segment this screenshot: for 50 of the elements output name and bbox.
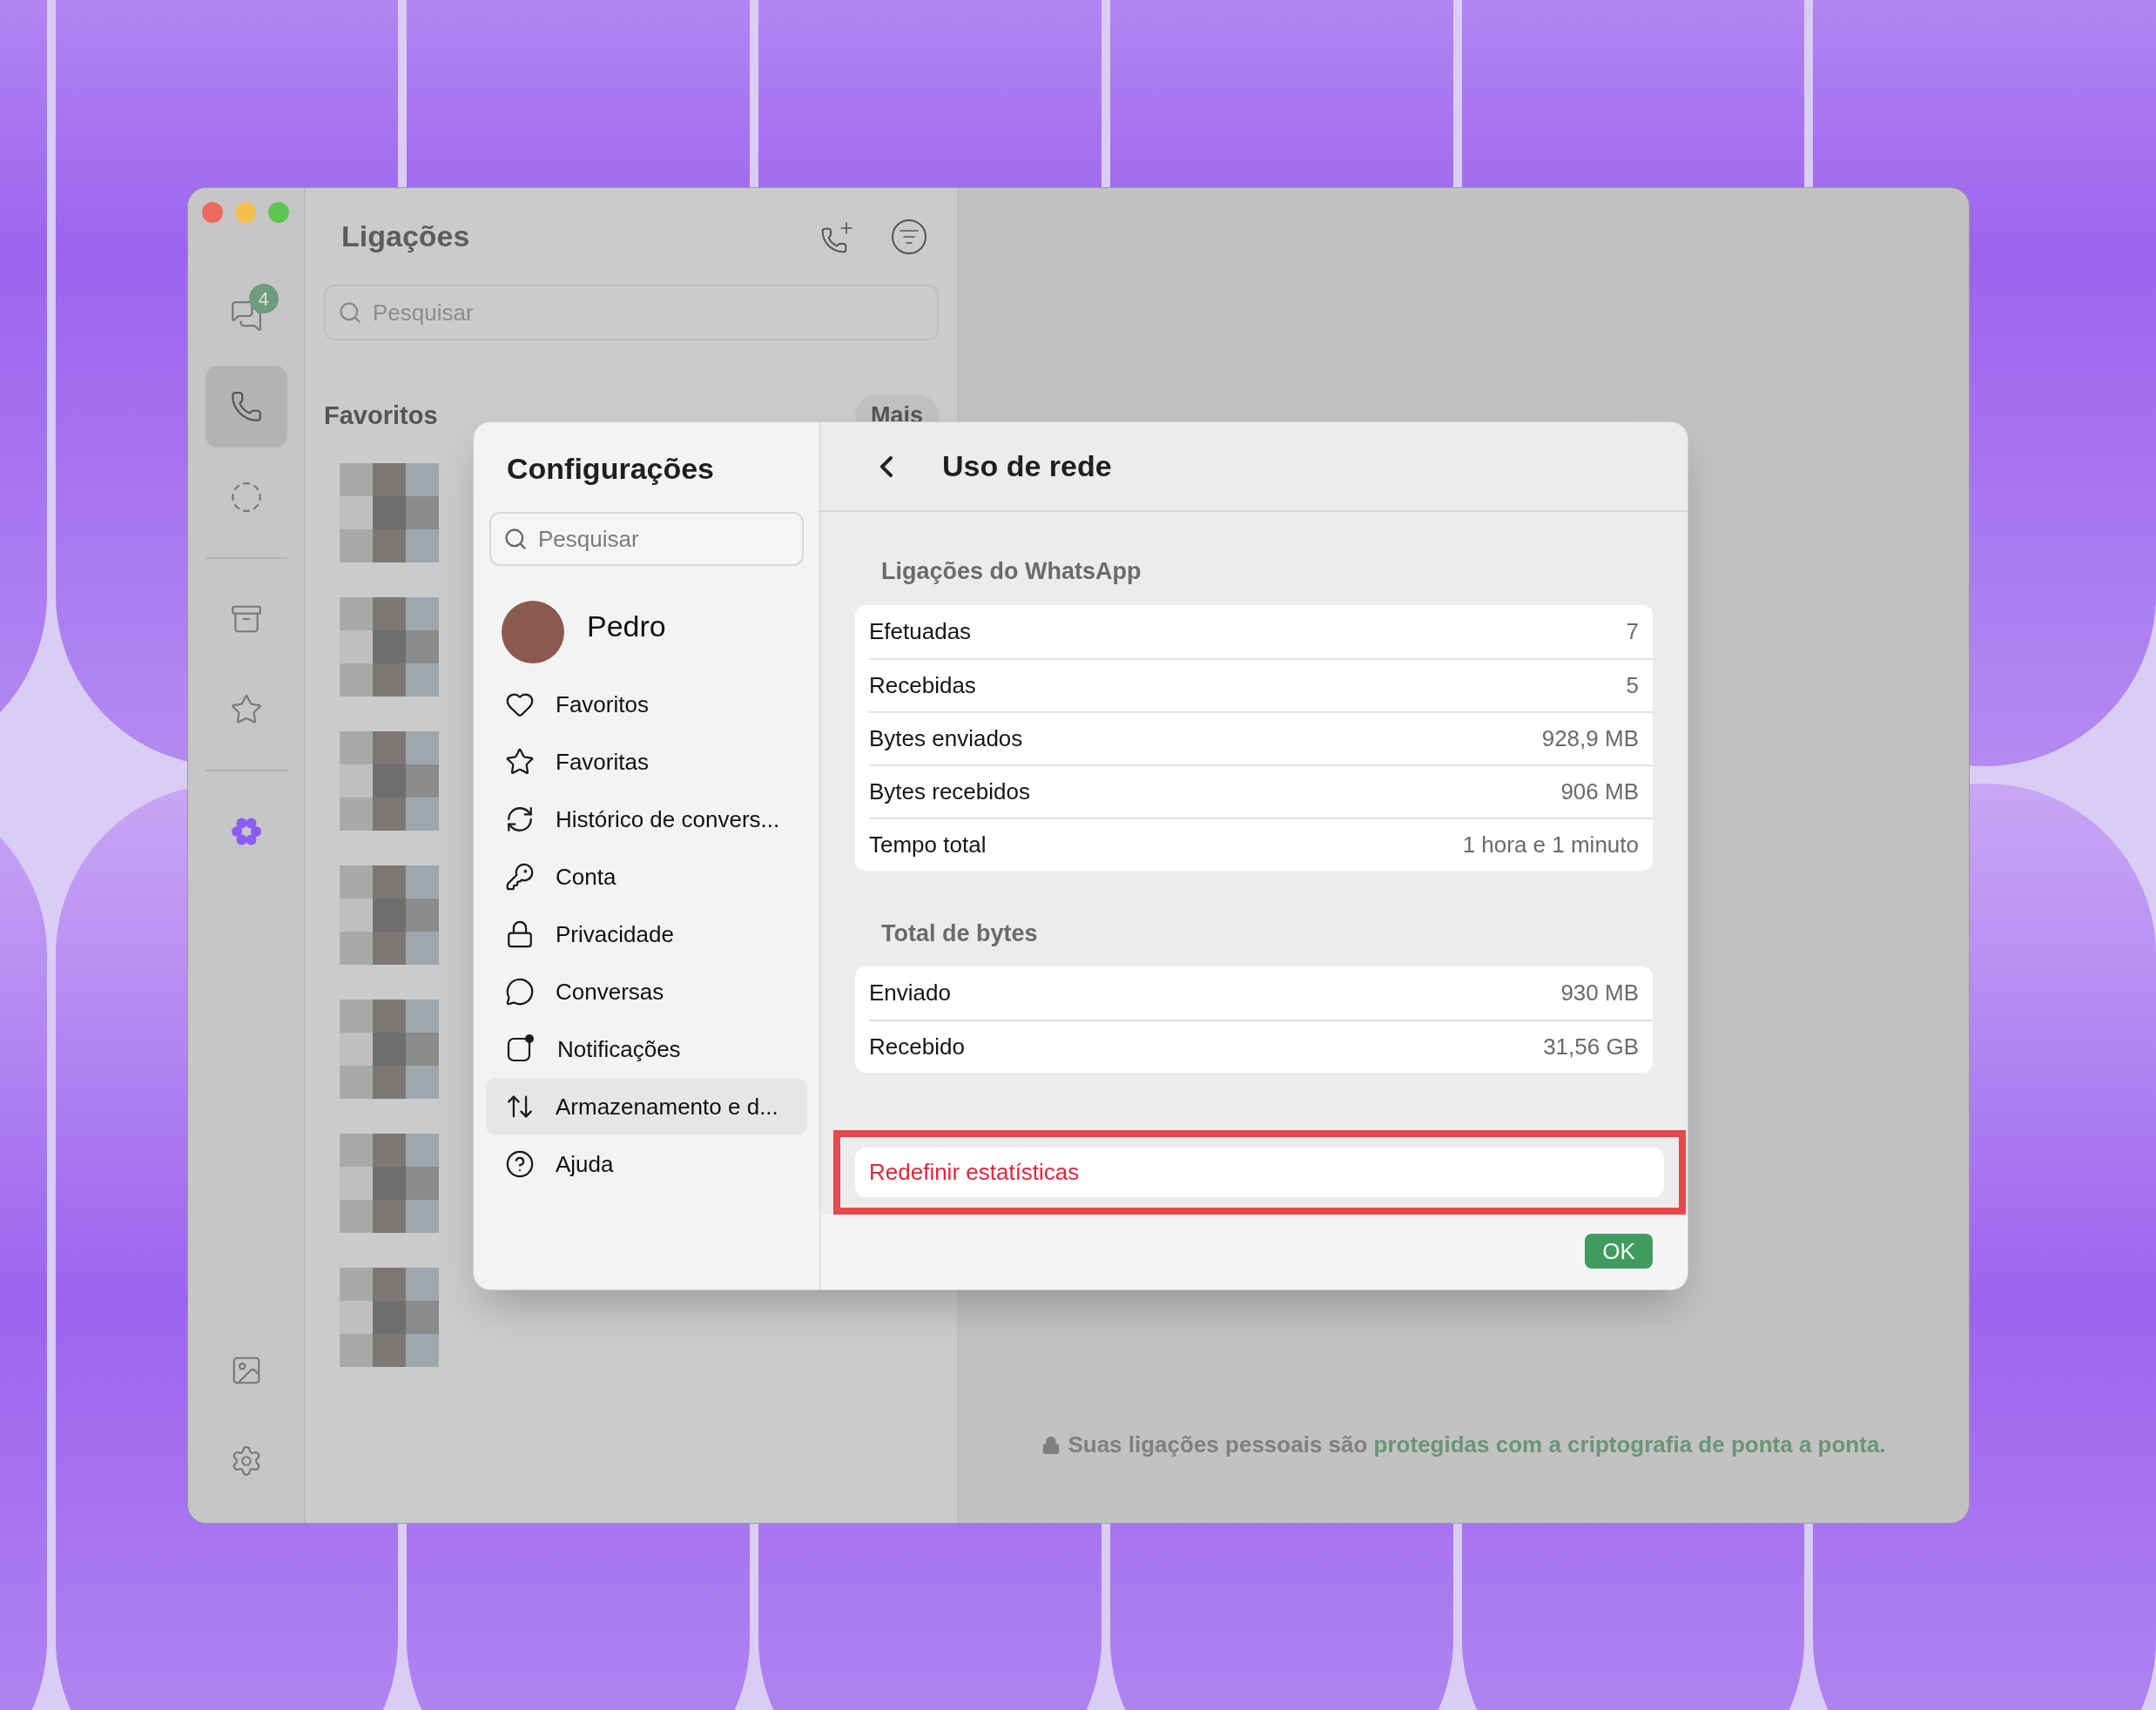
phone-icon [229, 390, 263, 423]
stat-label: Bytes recebidos [869, 777, 1030, 806]
panel-title: Ligações [341, 219, 470, 254]
stat-value: 5 [1626, 670, 1639, 700]
stat-value: 31,56 GB [1543, 1033, 1639, 1061]
section-heading: Favoritos [324, 400, 438, 431]
settings-menu-item[interactable]: Favoritas [486, 733, 807, 791]
settings-menu-item[interactable]: Conta [486, 848, 807, 905]
encryption-notice: Suas ligações pessoais são protegidas com a criptografia de ponta a ponta. [1041, 1428, 1886, 1462]
stat-value: 1 hora e 1 minuto [1462, 830, 1639, 859]
lock-icon [1041, 1435, 1061, 1455]
speech-bubble-icon [505, 977, 535, 1006]
stat-label: Enviado [869, 979, 951, 1007]
settings-menu-item[interactable]: Ajuda [486, 1135, 807, 1193]
reset-statistics-button[interactable]: Redefinir estatísticas [855, 1148, 1664, 1197]
dialog-title: Configurações [506, 451, 716, 487]
stat-label: Recebido [869, 1033, 965, 1061]
close-window-button[interactable] [202, 202, 223, 223]
stat-value: 906 MB [1560, 777, 1639, 806]
search-field[interactable]: Pesquisar [489, 512, 804, 566]
sync-arrows-icon [505, 805, 535, 834]
star-icon [505, 747, 535, 777]
settings-menu-item[interactable]: Armazenamento e d... [486, 1078, 807, 1135]
status-ring-icon [229, 481, 263, 514]
stat-value: 928,9 MB [1541, 724, 1639, 753]
lock-icon [505, 919, 535, 949]
settings-menu-item[interactable]: Notificações [486, 1020, 807, 1078]
key-icon [505, 862, 535, 892]
help-icon [505, 1149, 535, 1179]
settings-menu-item[interactable]: Conversas [486, 963, 807, 1020]
section-heading: Total de bytes [880, 919, 1039, 948]
settings-menu-item[interactable]: Privacidade [486, 905, 807, 963]
stat-value: 930 MB [1560, 979, 1639, 1007]
stat-label: Bytes enviados [869, 724, 1023, 753]
stat-label: Tempo total [869, 830, 987, 859]
sidebar-nav-button[interactable] [205, 366, 287, 448]
settings-menu-item[interactable]: Histórico de convers... [486, 791, 807, 848]
filter-button[interactable] [892, 219, 926, 254]
section-heading: Ligações do WhatsApp [880, 557, 1142, 586]
stat-label: Efetuadas [869, 616, 972, 646]
unread-badge: 4 [248, 284, 279, 313]
profile-name: Pedro [587, 609, 666, 644]
search-icon [338, 300, 362, 325]
page-title: Uso de rede [942, 448, 1112, 484]
stat-value: 7 [1626, 616, 1639, 646]
search-field[interactable]: Pesquisar [324, 285, 939, 340]
search-icon [503, 527, 528, 551]
zoom-window-button[interactable] [268, 202, 289, 223]
stat-label: Recebidas [869, 670, 976, 700]
settings-menu-item[interactable]: Favoritos [486, 676, 807, 733]
